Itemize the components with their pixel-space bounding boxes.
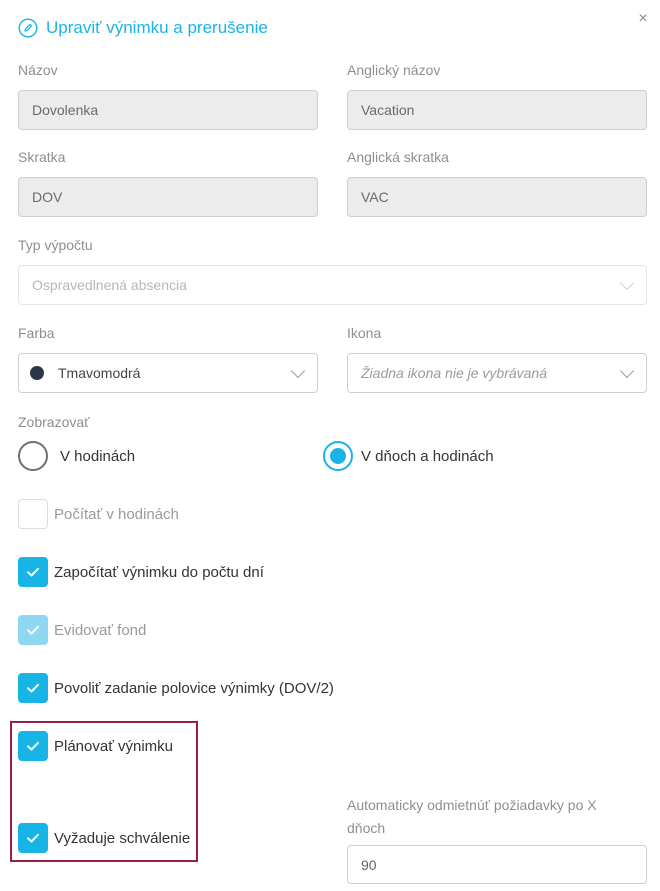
icon-select[interactable]: Žiadna ikona nie je vybrávaná [347, 353, 647, 393]
check-icon [27, 567, 39, 577]
abbr-value: DOV [32, 189, 63, 205]
color-select[interactable]: Tmavomodrá [18, 353, 318, 393]
icon-label: Ikona [347, 325, 382, 341]
english-name-label: Anglický názov [347, 62, 441, 78]
plan-exception-label: Plánovať výnimku [54, 737, 174, 755]
auto-reject-label-line2: dňoch [347, 820, 386, 836]
auto-reject-label-line1: Automaticky odmietnúť požiadavky po X [347, 797, 597, 813]
auto-reject-days-input[interactable]: 90 [347, 845, 647, 884]
color-value: Tmavomodrá [58, 365, 141, 381]
auto-reject-days-value: 90 [361, 856, 377, 873]
calc-type-label: Typ výpočtu [18, 237, 93, 253]
name-value: Dovolenka [32, 102, 99, 118]
dialog-title-row: Upraviť výnimku a prerušenie [18, 16, 268, 40]
radio-days-hours[interactable] [323, 441, 353, 471]
allow-half-label: Povoliť zadanie polovice výnimky (DOV/2) [54, 679, 334, 697]
chevron-down-icon [619, 363, 635, 379]
track-fund-label: Evidovať fond [54, 621, 147, 639]
count-days-label: Započítať výnimku do počtu dní [54, 563, 264, 581]
radio-option-days-hours[interactable]: V dňoch a hodinách [323, 441, 494, 471]
abbr-label: Skratka [18, 149, 66, 165]
checkbox-row-plan-exception[interactable]: Plánovať výnimku [18, 731, 173, 761]
calc-type-value: Ospravedlnená absencia [32, 277, 187, 293]
check-icon [27, 741, 39, 751]
dialog-title: Upraviť výnimku a prerušenie [46, 18, 268, 37]
radio-option-hours[interactable]: V hodinách [18, 441, 135, 471]
color-label: Farba [18, 325, 55, 341]
calc-type-select[interactable]: Ospravedlnená absencia [18, 265, 647, 305]
english-name-input[interactable]: Vacation [347, 90, 647, 130]
checkbox-requires-approval[interactable] [18, 823, 48, 853]
color-swatch [30, 366, 44, 380]
checkbox-row-track-fund[interactable]: Evidovať fond [18, 615, 146, 645]
english-abbr-label: Anglická skratka [347, 149, 449, 165]
close-icon[interactable]: × [634, 10, 652, 28]
english-name-value: Vacation [361, 102, 415, 118]
checkbox-plan-exception[interactable] [18, 731, 48, 761]
checkbox-track-fund[interactable] [18, 615, 48, 645]
check-icon [27, 625, 39, 635]
display-label: Zobrazovať [18, 414, 90, 430]
checkbox-row-requires-approval[interactable]: Vyžaduje schválenie [18, 823, 190, 853]
checkbox-count-hours[interactable] [18, 499, 48, 529]
auto-reject-label: Automaticky odmietnúť požiadavky po X dň… [347, 794, 597, 840]
checkbox-row-allow-half[interactable]: Povoliť zadanie polovice výnimky (DOV/2) [18, 673, 334, 703]
radio-hours[interactable] [18, 441, 48, 471]
count-hours-label: Počítať v hodinách [54, 505, 179, 523]
name-label: Názov [18, 62, 58, 78]
check-icon [27, 833, 39, 843]
english-abbr-value: VAC [361, 189, 389, 205]
abbr-input[interactable]: DOV [18, 177, 318, 217]
chevron-down-icon [290, 363, 306, 379]
pencil-icon [18, 18, 38, 38]
checkbox-allow-half[interactable] [18, 673, 48, 703]
checkbox-row-count-days[interactable]: Započítať výnimku do počtu dní [18, 557, 264, 587]
radio-days-hours-label: V dňoch a hodinách [361, 447, 494, 465]
checkbox-count-days[interactable] [18, 557, 48, 587]
name-input[interactable]: Dovolenka [18, 90, 318, 130]
radio-hours-label: V hodinách [60, 447, 136, 465]
requires-approval-label: Vyžaduje schválenie [54, 829, 191, 847]
icon-placeholder: Žiadna ikona nie je vybrávaná [361, 365, 548, 381]
chevron-down-icon [619, 275, 635, 291]
check-icon [27, 683, 39, 693]
english-abbr-input[interactable]: VAC [347, 177, 647, 217]
checkbox-row-count-hours[interactable]: Počítať v hodinách [18, 499, 179, 529]
